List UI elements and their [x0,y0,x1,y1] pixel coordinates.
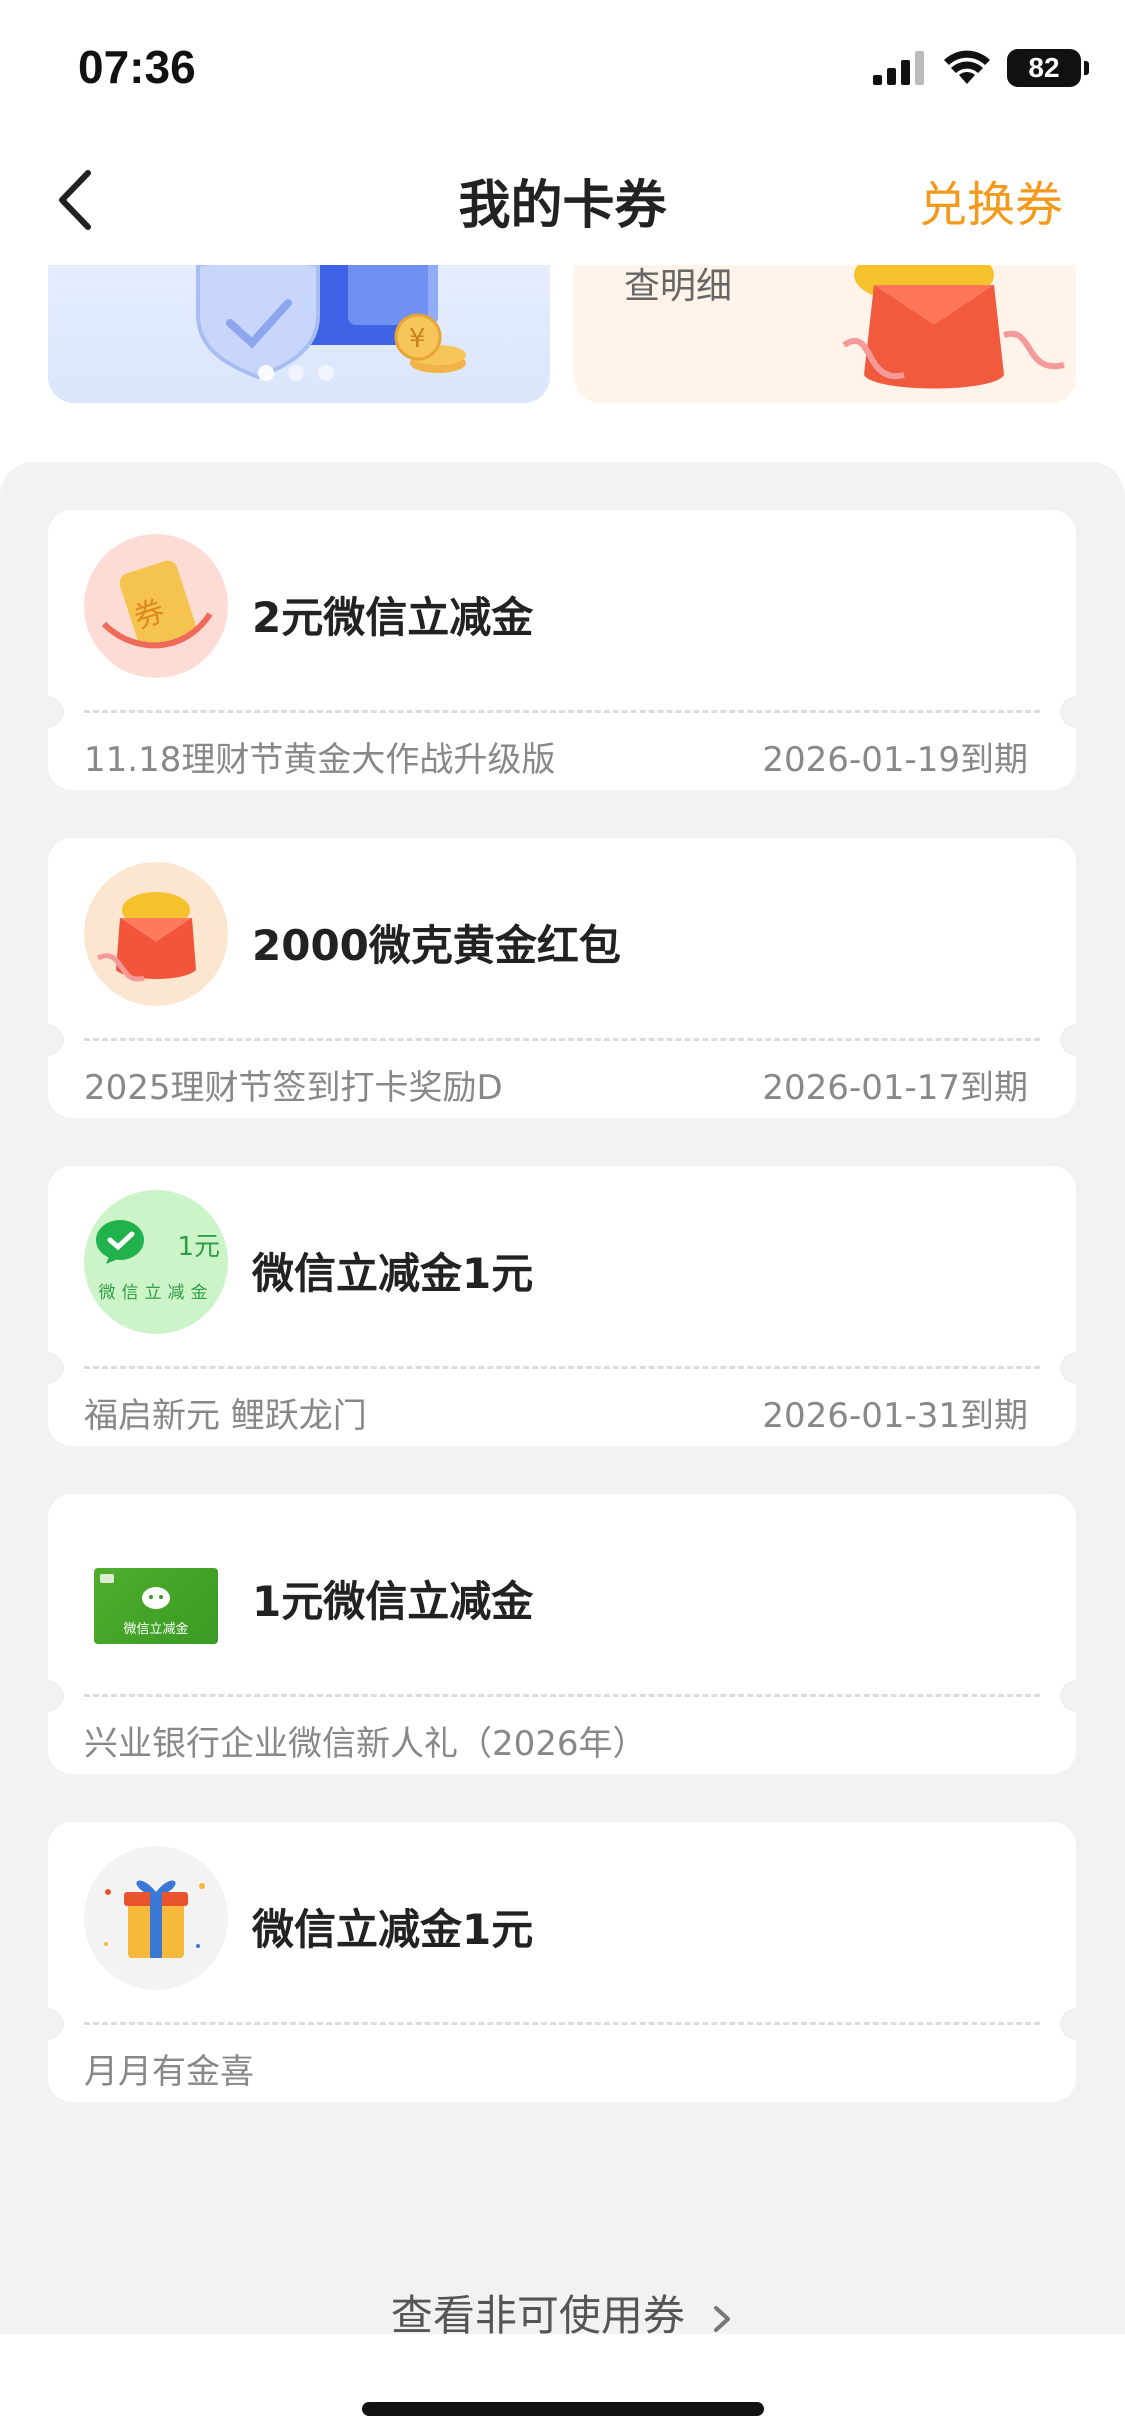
coupon-title: 1元微信立减金 [252,1577,534,1626]
coupon-divider [84,1038,1040,1041]
coupon-thumbnail: 微信立减金 [84,1518,228,1662]
coupon-source: 月月有金喜 [84,2052,254,2092]
coupon-source: 2025理财节签到打卡奖励D [84,1068,503,1108]
banner-row: ¥ 查明细 [0,265,1125,405]
coupon-thumbnail [84,862,228,1006]
coupon-card[interactable]: 1元 微信立减金 微信立减金1元 福启新元 鲤跃龙门 2026-01-31到期 [32,1166,1092,1446]
coupon-notch [1060,696,1092,728]
coupon-divider [84,710,1040,713]
chevron-right-icon [714,2305,731,2332]
battery-indicator: 82 [1007,49,1089,87]
coupon-card[interactable]: 微信立减金 1元微信立减金 兴业银行企业微信新人礼（2026年） [32,1494,1092,1774]
status-bar: 07:36 82 [0,0,1125,135]
navigation-bar: 我的卡券 兑换券 [0,135,1125,265]
banner-details[interactable]: 查明细 [574,265,1076,403]
coupon-expiry: 2026-01-17到期 [762,1068,1028,1108]
coupon-notch [1060,2008,1092,2040]
coupon-card[interactable]: 券 2元微信立减金 11.18理财节黄金大作战升级版 2026-01-19到期 [32,510,1092,790]
red-envelope-gold-icon [96,892,196,982]
home-indicator-area [0,2334,1125,2436]
svg-text:¥: ¥ [409,324,426,354]
wifi-icon [944,50,990,84]
carousel-dots [258,365,334,381]
coupon-notch [1060,1352,1092,1384]
status-time: 07:36 [78,41,196,93]
signal-icon [873,51,924,85]
coupon-title: 微信立减金1元 [252,1905,534,1954]
coupon-title: 微信立减金1元 [252,1249,534,1298]
coupon-ticket-icon: 券 [101,560,213,649]
coupon-thumbnail: 1元 微信立减金 [84,1190,228,1334]
coupon-expiry: 2026-01-19到期 [762,740,1028,780]
coupon-notch [32,2008,64,2040]
wechat-card-thumbnail: 微信立减金 [94,1568,218,1644]
view-more-label: 查看非可使用券 [390,2291,685,2340]
coupon-notch [1060,1680,1092,1712]
coupon-divider [84,1366,1040,1369]
coupon-source: 11.18理财节黄金大作战升级版 [84,740,556,780]
coupon-notch [32,696,64,728]
banner-details-label: 查明细 [624,266,733,307]
thumb-label: 微信立减金 [98,1283,214,1303]
coupon-title: 2元微信立减金 [252,593,534,642]
coupon-list-area: 券 2元微信立减金 11.18理财节黄金大作战升级版 2026-01-19到期 … [0,462,1125,2342]
gift-box-icon [104,1880,205,1958]
coupon-divider [84,2022,1040,2025]
coupon-notch [32,1024,64,1056]
coupon-thumbnail [84,1846,228,1990]
coupon-title: 2000微克黄金红包 [252,921,621,970]
carousel-dot [288,365,304,381]
thumb-amount: 1元 [177,1232,220,1262]
carousel-dot [258,365,274,381]
thumb-label: 微信立减金 [123,1622,189,1637]
coupon-source: 福启新元 鲤跃龙门 [84,1396,367,1436]
coupon-notch [1060,1024,1092,1056]
redeem-coupon-button[interactable]: 兑换券 [919,165,1063,235]
coupon-thumbnail: 券 [84,534,228,678]
coupon-source: 兴业银行企业微信新人礼（2026年） [84,1724,647,1764]
banner-security[interactable]: ¥ [48,265,550,403]
coupon-card[interactable]: 微信立减金1元 月月有金喜 [32,1822,1092,2102]
coupon-notch [32,1680,64,1712]
security-shield-illustration: ¥ [196,265,466,380]
home-indicator[interactable] [362,2402,764,2416]
carousel-dot [318,365,334,381]
coupon-divider [84,1694,1040,1697]
coupon-notch [32,1352,64,1384]
coupon-expiry: 2026-01-31到期 [762,1396,1028,1436]
coupon-card[interactable]: 2000微克黄金红包 2025理财节签到打卡奖励D 2026-01-17到期 [32,838,1092,1118]
status-icons: 82 [873,46,1089,90]
